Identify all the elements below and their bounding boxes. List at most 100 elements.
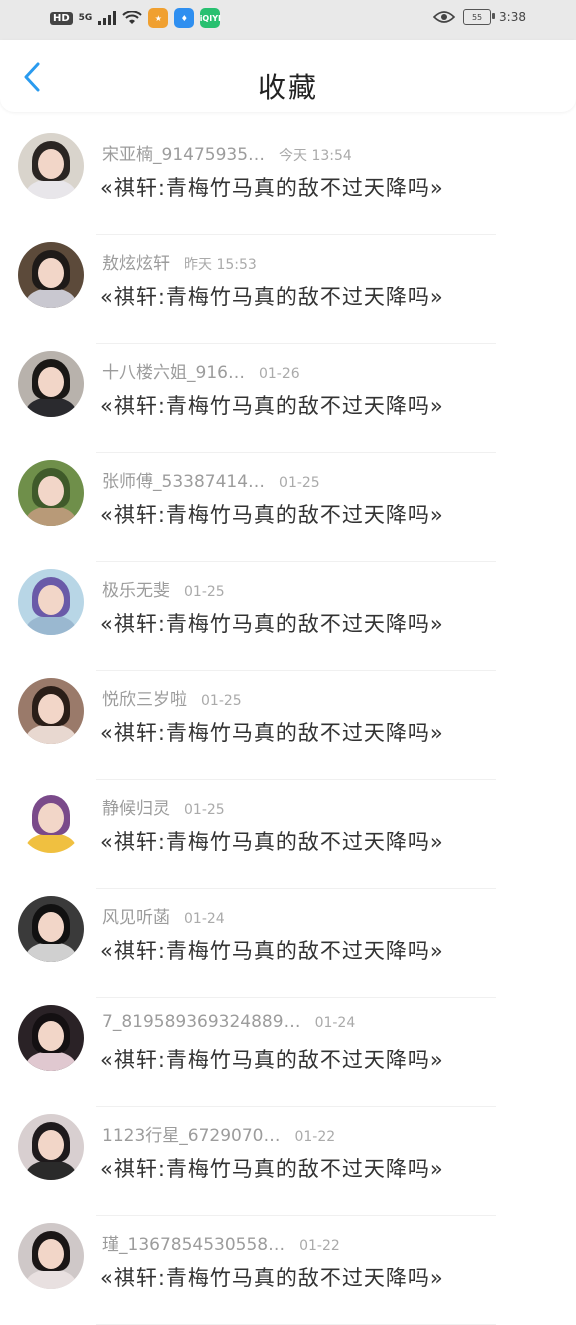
- username[interactable]: 风见听菡: [102, 908, 170, 928]
- item-meta: 十八楼六姐_916… 01-26: [102, 358, 300, 383]
- avatar-body: [26, 288, 76, 308]
- story-title[interactable]: «祺轩:青梅竹马真的敌不过天降吗»: [100, 1044, 444, 1074]
- avatar-body: [26, 724, 76, 744]
- status-bar-left: HD 5G ★ ♦ iQIYI: [50, 8, 221, 28]
- list-item[interactable]: 敖炫炫轩 昨天 15:53 «祺轩:青梅竹马真的敌不过天降吗»: [0, 235, 576, 344]
- username[interactable]: 极乐无斐: [102, 581, 170, 601]
- avatar-body: [26, 833, 76, 853]
- avatar-face: [38, 149, 64, 179]
- avatar-face: [38, 1239, 64, 1269]
- list-item[interactable]: 悦欣三岁啦 01-25 «祺轩:青梅竹马真的敌不过天降吗»: [0, 671, 576, 780]
- timestamp: 今天 13:54: [279, 148, 352, 164]
- avatar-body: [26, 1051, 76, 1071]
- username[interactable]: 十八楼六姐_916…: [102, 363, 245, 383]
- avatar-body: [26, 615, 76, 635]
- game-app-icon: ★: [148, 8, 169, 28]
- avatar-body: [26, 1160, 76, 1180]
- timestamp: 01-25: [184, 584, 225, 600]
- item-meta: 7_819589369324889… 01-24: [102, 1012, 355, 1032]
- timestamp: 01-24: [184, 911, 225, 927]
- iqiyi-app-icon: iQIYI: [200, 8, 221, 28]
- eye-icon: [433, 11, 456, 23]
- list-item[interactable]: 静候归灵 01-25 «祺轩:青梅竹马真的敌不过天降吗»: [0, 780, 576, 889]
- item-meta: 悦欣三岁啦 01-25: [102, 685, 242, 710]
- avatar[interactable]: [18, 787, 84, 853]
- username[interactable]: 悦欣三岁啦: [102, 690, 187, 710]
- list-item[interactable]: 十八楼六姐_916… 01-26 «祺轩:青梅竹马真的敌不过天降吗»: [0, 344, 576, 453]
- avatar-body: [26, 942, 76, 962]
- username[interactable]: 宋亚楠_91475935…: [102, 145, 265, 165]
- avatar[interactable]: [18, 133, 84, 199]
- story-title[interactable]: «祺轩:青梅竹马真的敌不过天降吗»: [100, 717, 444, 747]
- avatar[interactable]: [18, 896, 84, 962]
- hd-indicator: HD: [50, 11, 73, 25]
- app-header: 收藏: [0, 40, 576, 112]
- list-item[interactable]: 张师傅_53387414… 01-25 «祺轩:青梅竹马真的敌不过天降吗»: [0, 453, 576, 562]
- avatar[interactable]: [18, 242, 84, 308]
- item-meta: 风见听菡 01-24: [102, 903, 225, 928]
- signal-icon: [98, 11, 117, 25]
- timestamp: 01-25: [201, 693, 242, 709]
- timestamp: 01-22: [294, 1129, 336, 1145]
- avatar-face: [38, 367, 64, 397]
- list-item[interactable]: 瑾_1367854530558… 01-22 «祺轩:青梅竹马真的敌不过天降吗»: [0, 1216, 576, 1325]
- avatar-body: [26, 506, 76, 526]
- avatar[interactable]: [18, 1005, 84, 1071]
- item-meta: 1123行星_6729070… 01-22: [102, 1121, 335, 1146]
- timestamp: 01-25: [184, 802, 225, 818]
- network-type: 5G: [78, 12, 93, 23]
- battery-level: 55: [471, 12, 483, 22]
- list-item[interactable]: 7_819589369324889… 01-24 «祺轩:青梅竹马真的敌不过天降吗»: [0, 998, 576, 1107]
- item-meta: 张师傅_53387414… 01-25: [102, 467, 320, 492]
- list-item[interactable]: 极乐无斐 01-25 «祺轩:青梅竹马真的敌不过天降吗»: [0, 562, 576, 671]
- avatar-face: [38, 912, 64, 942]
- username[interactable]: 1123行星_6729070…: [102, 1126, 280, 1146]
- avatar-face: [38, 1130, 64, 1160]
- avatar-body: [26, 179, 76, 199]
- avatar[interactable]: [18, 678, 84, 744]
- item-meta: 静候归灵 01-25: [102, 794, 225, 819]
- story-title[interactable]: «祺轩:青梅竹马真的敌不过天降吗»: [100, 172, 444, 202]
- timestamp: 昨天 15:53: [184, 257, 257, 273]
- favorites-list: 宋亚楠_91475935… 今天 13:54 «祺轩:青梅竹马真的敌不过天降吗» 敖炫…: [0, 126, 576, 1325]
- timestamp: 01-26: [258, 366, 300, 382]
- avatar[interactable]: [18, 460, 84, 526]
- story-title[interactable]: «祺轩:青梅竹马真的敌不过天降吗»: [100, 390, 444, 420]
- story-title[interactable]: «祺轩:青梅竹马真的敌不过天降吗»: [100, 1153, 444, 1183]
- username[interactable]: 静候归灵: [102, 799, 170, 819]
- avatar-body: [26, 397, 76, 417]
- avatar-face: [38, 694, 64, 724]
- avatar-face: [38, 803, 64, 833]
- item-meta: 瑾_1367854530558… 01-22: [102, 1230, 340, 1255]
- story-title[interactable]: «祺轩:青梅竹马真的敌不过天降吗»: [100, 281, 444, 311]
- username[interactable]: 瑾_1367854530558…: [102, 1235, 285, 1255]
- story-title[interactable]: «祺轩:青梅竹马真的敌不过天降吗»: [100, 826, 444, 856]
- avatar[interactable]: [18, 351, 84, 417]
- avatar-face: [38, 258, 64, 288]
- timestamp: 01-24: [314, 1015, 356, 1031]
- story-title[interactable]: «祺轩:青梅竹马真的敌不过天降吗»: [100, 935, 444, 965]
- avatar[interactable]: [18, 569, 84, 635]
- username[interactable]: 敖炫炫轩: [102, 254, 170, 274]
- username[interactable]: 张师傅_53387414…: [102, 472, 265, 492]
- list-item[interactable]: 风见听菡 01-24 «祺轩:青梅竹马真的敌不过天降吗»: [0, 889, 576, 998]
- item-meta: 宋亚楠_91475935… 今天 13:54: [102, 140, 352, 165]
- avatar[interactable]: [18, 1114, 84, 1180]
- status-bar: HD 5G ★ ♦ iQIYI 55 3:38: [0, 0, 576, 40]
- battery-icon: 55: [463, 9, 496, 25]
- avatar-body: [26, 1269, 76, 1289]
- timestamp: 01-25: [279, 475, 320, 491]
- clock: 3:38: [499, 10, 526, 24]
- story-title[interactable]: «祺轩:青梅竹马真的敌不过天降吗»: [100, 499, 444, 529]
- avatar-face: [38, 1021, 64, 1051]
- avatar-face: [38, 476, 64, 506]
- avatar[interactable]: [18, 1223, 84, 1289]
- list-item[interactable]: 宋亚楠_91475935… 今天 13:54 «祺轩:青梅竹马真的敌不过天降吗»: [0, 126, 576, 235]
- story-title[interactable]: «祺轩:青梅竹马真的敌不过天降吗»: [100, 1262, 444, 1292]
- wifi-icon: [122, 11, 143, 24]
- timestamp: 01-22: [299, 1238, 340, 1254]
- page-title: 收藏: [257, 71, 318, 104]
- list-item[interactable]: 1123行星_6729070… 01-22 «祺轩:青梅竹马真的敌不过天降吗»: [0, 1107, 576, 1216]
- story-title[interactable]: «祺轩:青梅竹马真的敌不过天降吗»: [100, 608, 444, 638]
- username[interactable]: 7_819589369324889…: [102, 1012, 301, 1032]
